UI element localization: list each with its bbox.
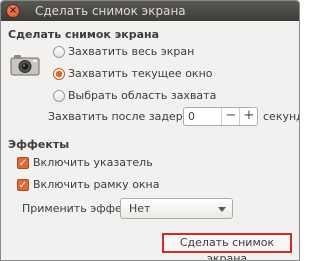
capture-section-title: Сделать снимок экрана (8, 28, 160, 41)
effect-dropdown[interactable]: Нет (120, 198, 233, 219)
checkbox-include-pointer[interactable]: ✓ (17, 157, 29, 169)
screenshot-dialog: × Сделать снимок экрана Сделать снимок э… (0, 0, 300, 261)
radio-whole-screen-label: Захватить весь экран (68, 45, 195, 58)
camera-icon (10, 55, 40, 76)
delay-value[interactable]: 0 (188, 110, 195, 123)
window-title: Сделать снимок экрана (35, 4, 186, 18)
close-icon[interactable]: × (6, 4, 20, 18)
include-pointer-label: Включить указатель (33, 156, 153, 169)
delay-increase-button[interactable]: + (239, 108, 258, 125)
take-screenshot-button[interactable]: Сделать снимок экрана (162, 233, 292, 260)
delay-decrease-button[interactable]: − (221, 108, 240, 125)
effects-section-title: Эффекты (8, 138, 70, 151)
effect-dropdown-value: Нет (129, 202, 151, 215)
include-border-label: Включить рамку окна (33, 178, 160, 191)
delay-unit: секунд (263, 110, 300, 123)
radio-select-area-label: Выбрать область захвата (68, 89, 217, 102)
radio-select-area[interactable] (53, 90, 65, 102)
radio-whole-screen[interactable] (53, 46, 65, 58)
title-bar: × Сделать снимок экрана (1, 1, 299, 21)
delay-spinner[interactable]: 0 − + (183, 107, 258, 126)
checkbox-include-border[interactable]: ✓ (17, 179, 29, 191)
dialog-content: Сделать снимок экрана Захватить весь экр… (1, 22, 299, 260)
chevron-down-icon (218, 207, 226, 212)
radio-current-window[interactable] (53, 68, 65, 80)
radio-current-window-label: Захватить текущее окно (68, 67, 213, 80)
